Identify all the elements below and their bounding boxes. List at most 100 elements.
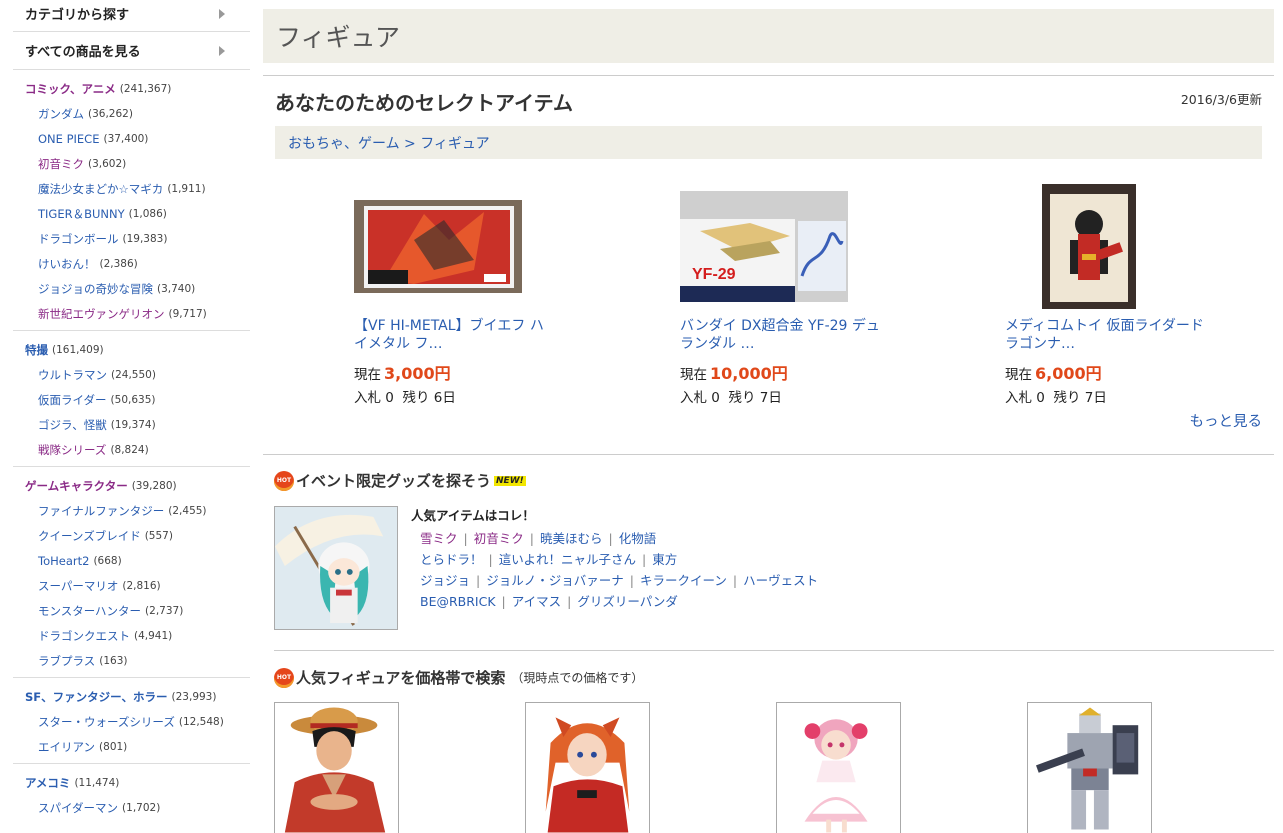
tag-link[interactable]: 初音ミク [474, 531, 524, 546]
category-item-count: (557) [144, 529, 173, 542]
product-image-yf29[interactable]: YF-29 [680, 191, 848, 302]
category-heading[interactable]: コミック、アニメ (241,367) [13, 76, 250, 101]
category-item[interactable]: ToHeart2 (668) [13, 548, 250, 573]
product-title-link[interactable]: メディコムトイ 仮面ライダードラゴンナ… [1005, 317, 1205, 353]
category-heading[interactable]: 特撮 (161,409) [13, 337, 250, 362]
figure-image-luffy[interactable] [274, 702, 399, 833]
category-item[interactable]: 新世紀エヴァンゲリオン (9,717) [13, 301, 250, 326]
tag-link[interactable]: ジョルノ・ジョバァーナ [486, 573, 624, 588]
category-item[interactable]: 戦隊シリーズ (8,824) [13, 437, 250, 462]
category-item-label: スーパーマリオ [38, 578, 119, 593]
svg-text:YF-29: YF-29 [692, 266, 736, 283]
category-item[interactable]: ドラゴンクエスト (4,941) [13, 623, 250, 648]
category-item-label: クイーンズブレイド [38, 528, 141, 543]
category-item[interactable]: スター・ウォーズシリーズ (12,548) [13, 709, 250, 734]
category-item-label: ラブプラス [38, 653, 96, 668]
category-item[interactable]: 仮面ライダー (50,635) [13, 387, 250, 412]
divider [263, 454, 1274, 455]
category-item-label: ドラゴンクエスト [38, 628, 130, 643]
category-item[interactable]: TIGER＆BUNNY (1,086) [13, 201, 250, 226]
category-item[interactable]: ラブプラス (163) [13, 648, 250, 673]
category-item[interactable]: ゴジラ、怪獣 (19,374) [13, 412, 250, 437]
product-title-link[interactable]: 【VF HI-METAL】ブイエフ ハイメタル フ… [354, 317, 554, 353]
category-group-tokusatsu: 特撮 (161,409) ウルトラマン (24,550) 仮面ライダー (50,635… [13, 331, 250, 467]
category-item-count: (2,737) [145, 604, 184, 617]
tag-link[interactable]: ジョジョ [420, 573, 470, 588]
category-item[interactable]: 初音ミク (3,602) [13, 151, 250, 176]
category-heading[interactable]: SF、ファンタジー、ホラー (23,993) [13, 684, 250, 709]
category-item[interactable]: ガンダム (36,262) [13, 101, 250, 126]
category-item-count: (12,548) [178, 715, 224, 728]
browse-categories-label: カテゴリから探す [25, 8, 130, 23]
tag-link[interactable]: 雪ミク [420, 531, 458, 546]
figure-image-madoka[interactable] [776, 702, 901, 833]
category-item-count: (668) [93, 554, 122, 567]
view-all-products-link[interactable]: すべての商品を見る [13, 32, 250, 70]
category-item-count: (19,383) [122, 232, 168, 245]
event-heading-text: イベント限定グッズを探そう [296, 472, 492, 490]
category-item-label: モンスターハンター [38, 603, 142, 618]
product-card: 【VF HI-METAL】ブイエフ ハイメタル フ… 現在 3,000円 入札 0… [354, 180, 554, 406]
category-item[interactable]: モンスターハンター (2,737) [13, 598, 250, 623]
product-meta: 入札 0 残り 7日 [680, 386, 880, 406]
tag-link[interactable]: 化物語 [619, 531, 657, 546]
breadcrumb: おもちゃ、ゲーム > フィギュア [275, 126, 1262, 159]
product-image-vf-hi-metal[interactable] [354, 200, 522, 293]
figure-image-asuka[interactable] [525, 702, 650, 833]
category-item-label: ゴジラ、怪獣 [38, 417, 107, 432]
updated-date: 2016/3/6更新 [1180, 92, 1262, 107]
category-count: (39,280) [131, 479, 177, 492]
price-value: 10,000円 [710, 364, 788, 383]
tag-link[interactable]: アイマス [512, 594, 561, 609]
category-item-label: スター・ウォーズシリーズ [38, 714, 175, 729]
category-item-label: ガンダム [38, 106, 84, 121]
divider [274, 650, 1274, 651]
category-item-label: ファイナルファンタジー [38, 503, 165, 518]
product-price: 現在 6,000円 [1005, 360, 1205, 384]
product-image-kamen-rider[interactable] [1042, 184, 1136, 309]
category-item[interactable]: 魔法少女まどか☆マギカ (1,911) [13, 176, 250, 201]
category-item-label: けいおん！ [38, 256, 96, 271]
category-heading[interactable]: アメコミ (11,474) [13, 770, 250, 795]
product-title-link[interactable]: バンダイ DX超合金 YF-29 デュランダル … [680, 317, 880, 353]
tag-link[interactable]: キラークイーン [640, 573, 727, 588]
event-goods-heading: HOT イベント限定グッズを探そう NEW! [274, 470, 526, 491]
category-item[interactable]: スーパーマリオ (2,816) [13, 573, 250, 598]
category-item-count: (50,635) [110, 393, 156, 406]
category-item[interactable]: ONE PIECE (37,400) [13, 126, 250, 151]
category-item[interactable]: スパイダーマン (1,702) [13, 795, 250, 820]
category-item-count: (36,262) [88, 107, 133, 120]
product-card: メディコムトイ 仮面ライダードラゴンナ… 現在 6,000円 入札 0 残り 7日 [1005, 180, 1205, 406]
main-content: フィギュア あなたのためのセレクトアイテム 2016/3/6更新 おもちゃ、ゲー… [263, 0, 1274, 833]
category-item[interactable]: ファイナルファンタジー (2,455) [13, 498, 250, 523]
browse-categories-link[interactable]: カテゴリから探す [13, 0, 250, 32]
tag-link[interactable]: ハーヴェスト [743, 573, 818, 588]
category-item-count: (4,941) [134, 629, 173, 642]
figure-image-gundam[interactable] [1027, 702, 1152, 833]
category-item-count: (3,602) [88, 157, 127, 170]
category-item-count: (2,386) [99, 257, 138, 270]
see-more-link[interactable]: もっと見る [1190, 410, 1263, 431]
popular-tags-row: とらドラ！ | 這いよれ！ニャル子さん | 東方 [420, 552, 678, 567]
category-item[interactable]: エイリアン (801) [13, 734, 250, 759]
event-item-image-snow-miku[interactable] [274, 506, 398, 630]
category-group-american-comics: アメコミ (11,474) スパイダーマン (1,702) [13, 764, 250, 824]
tag-link[interactable]: 這いよれ！ニャル子さん [499, 552, 636, 567]
category-item-label: 初音ミク [38, 156, 84, 171]
breadcrumb-link[interactable]: おもちゃ、ゲーム > フィギュア [288, 133, 490, 153]
category-heading[interactable]: ゲームキャラクター (39,280) [13, 473, 250, 498]
tag-link[interactable]: BE@RBRICK [420, 594, 496, 609]
tag-link[interactable]: グリズリーパンダ [577, 594, 678, 609]
popular-tags-row: BE@RBRICK | アイマス | グリズリーパンダ [420, 594, 678, 609]
category-item-count: (24,550) [111, 368, 156, 381]
tag-link[interactable]: 暁美ほむら [540, 531, 603, 546]
category-item[interactable]: ウルトラマン (24,550) [13, 362, 250, 387]
category-item[interactable]: ドラゴンボール (19,383) [13, 226, 250, 251]
category-item[interactable]: けいおん！ (2,386) [13, 251, 250, 276]
category-item[interactable]: ジョジョの奇妙な冒険 (3,740) [13, 276, 250, 301]
tag-link[interactable]: とらドラ！ [420, 552, 483, 567]
popular-items-title: 人気アイテムはコレ！ [411, 508, 535, 523]
tag-link[interactable]: 東方 [652, 552, 677, 567]
category-item-label: TIGER＆BUNNY [38, 206, 125, 221]
category-item[interactable]: クイーンズブレイド (557) [13, 523, 250, 548]
